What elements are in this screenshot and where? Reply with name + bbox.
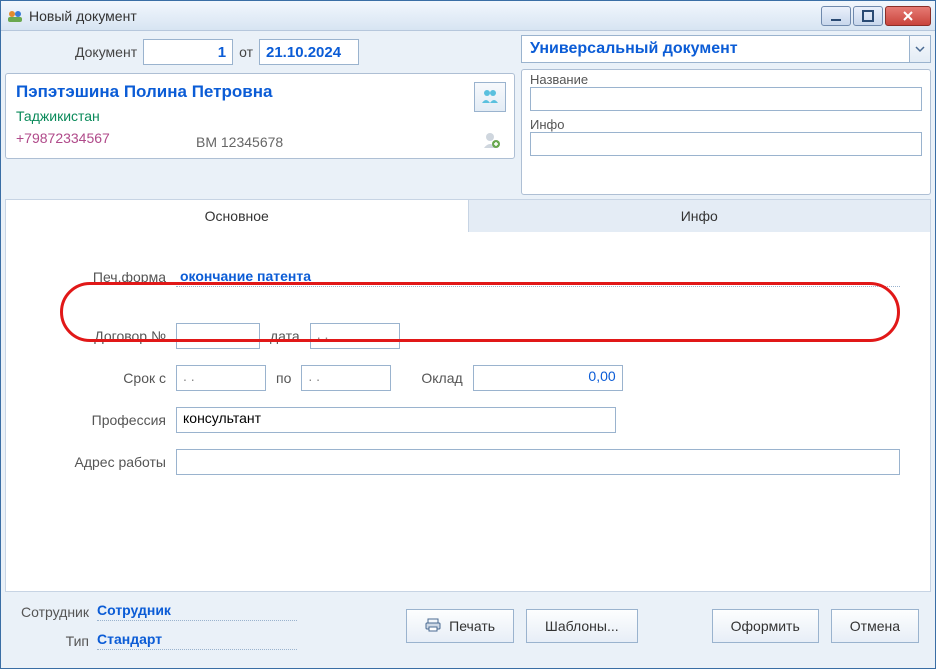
tab-main-panel: Печ.форма окончание патента Договор № да… xyxy=(5,232,931,592)
print-form-value[interactable]: окончание патента xyxy=(176,266,900,287)
maximize-button[interactable] xyxy=(853,6,883,26)
confirm-button[interactable]: Оформить xyxy=(712,609,819,643)
print-button-label: Печать xyxy=(449,618,495,634)
contract-date-label: дата xyxy=(260,328,310,344)
print-button[interactable]: Печать xyxy=(406,609,514,643)
cancel-button-label: Отмена xyxy=(850,618,900,634)
info-input[interactable] xyxy=(530,132,922,156)
tab-info[interactable]: Инфо xyxy=(469,200,931,232)
chevron-down-icon xyxy=(915,41,925,57)
contract-number-input[interactable] xyxy=(176,323,260,349)
person-action-button[interactable] xyxy=(474,82,506,112)
person-phone: +79872334567 xyxy=(16,130,110,146)
document-date-input[interactable]: 21.10.2024 xyxy=(259,39,359,65)
document-type-dropdown-button[interactable] xyxy=(909,35,931,63)
employee-value[interactable]: Сотрудник xyxy=(97,602,297,621)
from-label: от xyxy=(239,44,253,60)
add-user-icon[interactable] xyxy=(482,131,500,152)
document-label: Документ xyxy=(75,44,137,60)
group-icon xyxy=(481,88,499,107)
contract-number-label: Договор № xyxy=(36,328,176,344)
client-area: Документ 1 от 21.10.2024 Пэпэтэшина Поли… xyxy=(1,31,935,668)
meta-card: Название Инфо xyxy=(521,69,931,195)
window-title: Новый документ xyxy=(29,8,819,24)
period-from-input[interactable]: . . xyxy=(176,365,266,391)
profession-label: Профессия xyxy=(36,412,176,428)
name-label: Название xyxy=(530,72,922,87)
footer: Сотрудник Сотрудник Тип Стандарт Печать … xyxy=(5,592,931,664)
profession-input[interactable]: консультант xyxy=(176,407,616,433)
confirm-button-label: Оформить xyxy=(731,618,800,634)
printer-icon xyxy=(425,617,441,636)
minimize-button[interactable] xyxy=(821,6,851,26)
salary-label: Оклад xyxy=(391,370,472,386)
titlebar: Новый документ xyxy=(1,1,935,31)
contract-date-input[interactable]: . . xyxy=(310,323,400,349)
salary-input[interactable]: 0,00 xyxy=(473,365,623,391)
print-form-label: Печ.форма xyxy=(36,269,176,285)
templates-button[interactable]: Шаблоны... xyxy=(526,609,638,643)
app-icon xyxy=(7,8,23,24)
templates-button-label: Шаблоны... xyxy=(545,618,619,634)
document-header: Документ 1 от 21.10.2024 xyxy=(5,35,515,73)
document-number-input[interactable]: 1 xyxy=(143,39,233,65)
type-label: Тип xyxy=(17,633,97,649)
type-value[interactable]: Стандарт xyxy=(97,631,297,650)
tab-main[interactable]: Основное xyxy=(6,200,469,232)
person-country: Таджикистан xyxy=(16,108,100,124)
person-name: Пэпэтэшина Полина Петровна xyxy=(16,82,504,102)
close-button[interactable] xyxy=(885,6,931,26)
period-to-input[interactable]: . . xyxy=(301,365,391,391)
app-window: Новый документ Документ 1 от 21.10.2024 … xyxy=(0,0,936,669)
tab-bar: Основное Инфо xyxy=(5,199,931,232)
document-type-selector: Универсальный документ xyxy=(521,35,931,63)
info-label: Инфо xyxy=(530,117,922,132)
period-to-label: по xyxy=(266,370,301,386)
work-address-label: Адрес работы xyxy=(36,454,176,470)
cancel-button[interactable]: Отмена xyxy=(831,609,919,643)
document-type-value[interactable]: Универсальный документ xyxy=(521,35,910,63)
name-input[interactable] xyxy=(530,87,922,111)
person-id-number: BM 12345678 xyxy=(196,134,283,150)
work-address-input[interactable] xyxy=(176,449,900,475)
person-card: Пэпэтэшина Полина Петровна Таджикистан +… xyxy=(5,73,515,159)
employee-label: Сотрудник xyxy=(17,604,97,620)
period-from-label: Срок с xyxy=(36,370,176,386)
